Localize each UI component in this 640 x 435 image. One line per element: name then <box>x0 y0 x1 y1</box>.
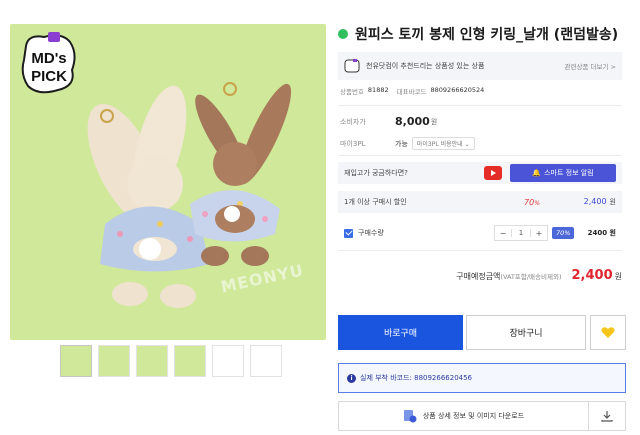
my3pl-label: 마이3PL <box>340 139 366 148</box>
quantity-label: 구매수량 <box>358 229 384 237</box>
consumer-price-label: 소비자가 <box>340 117 366 126</box>
discount-price: 2,400 원 <box>583 197 616 206</box>
quantity-stepper: − 1 + <box>494 225 548 241</box>
quantity-price: 2400 원 <box>587 229 616 237</box>
consumer-price-value: 8,000 <box>395 115 430 128</box>
restock-text: 재입고가 궁금하다면? <box>344 169 408 177</box>
quantity-input[interactable]: 1 <box>511 229 531 237</box>
wishlist-button[interactable] <box>590 315 626 350</box>
youtube-icon[interactable] <box>484 166 502 180</box>
minus-button[interactable]: − <box>495 229 511 238</box>
discount-label: 1개 이상 구매시 할인 <box>344 198 407 206</box>
barcode-value: 8809266620524 <box>430 86 485 94</box>
recommend-text: 천유닷컴이 추천드리는 상품성 있는 상품 <box>366 62 485 70</box>
discount-row: 1개 이상 구매시 할인 70% 2,400 원 <box>338 191 622 213</box>
bell-icon: 🔔 <box>532 169 542 177</box>
download-button[interactable] <box>589 402 625 430</box>
quantity-checkbox[interactable] <box>344 228 353 238</box>
quantity-row: 구매수량 − 1 + 70% 2400 원 <box>338 222 622 244</box>
barcode-label: 대표바코드 <box>396 88 427 96</box>
smart-alert-button[interactable]: 🔔 스마트 정보 알림 <box>510 164 616 182</box>
my3pl-cost-dropdown[interactable]: 마이3PL 비용안내 ⌄ <box>411 137 475 150</box>
buy-now-button[interactable]: 바로구매 <box>338 315 463 350</box>
add-to-cart-button[interactable]: 장바구니 <box>466 315 586 350</box>
plus-button[interactable]: + <box>531 229 547 238</box>
my3pl-value: 가능 <box>395 139 408 148</box>
heart-icon <box>601 327 615 338</box>
download-detail-button[interactable]: 상품 상세 정보 및 이미지 다운로드 <box>339 402 589 430</box>
related-products-link[interactable]: 관련상품 더보기 > <box>565 61 616 71</box>
divider <box>338 155 622 156</box>
mds-pick-badge: MD's PICK <box>18 30 80 96</box>
download-box: 상품 상세 정보 및 이미지 다운로드 <box>338 401 626 431</box>
barcode-notice-text: 실제 부착 바코드: 8809266620456 <box>360 374 473 382</box>
product-title-row: 원피스 토끼 봉제 인형 키링_날개 (랜덤발송) <box>338 24 618 44</box>
svg-text:PICK: PICK <box>31 68 67 85</box>
image-download-icon <box>403 410 417 423</box>
divider <box>338 250 622 251</box>
recommend-banner: 천유닷컴이 추천드리는 상품성 있는 상품 관련상품 더보기 > <box>338 52 622 80</box>
thumbnail-strip <box>60 345 282 377</box>
thumbnail-6[interactable] <box>250 345 282 377</box>
total-value: 2,400 <box>571 268 613 283</box>
my3pl-row: 마이3PL 가능 마이3PL 비용안내 ⌄ <box>340 137 475 150</box>
consumer-price-unit: 원 <box>430 117 438 126</box>
mds-pick-small-icon <box>344 59 360 73</box>
total-label: 구매예정금액 <box>456 272 501 281</box>
thumbnail-4[interactable] <box>174 345 206 377</box>
divider <box>338 105 622 106</box>
thumbnail-3[interactable] <box>136 345 168 377</box>
info-icon: i <box>347 373 356 383</box>
thumbnail-5[interactable] <box>212 345 244 377</box>
download-icon <box>601 411 613 422</box>
product-code-label: 상품번호 <box>340 88 364 96</box>
product-meta: 상품번호 81882 대표바코드 8809266620524 <box>340 86 484 96</box>
product-main-image[interactable]: MD's PICK MEONYU <box>10 24 326 340</box>
discount-rate: 70% <box>524 197 540 207</box>
barcode-notice: i 실제 부착 바코드: 8809266620456 <box>338 363 626 393</box>
total-unit: 원 <box>614 272 622 281</box>
consumer-price-row: 소비자가 8,000 원 <box>340 115 437 128</box>
total-note: (VAT포함/배송비제외) <box>500 273 562 281</box>
thumbnail-1[interactable] <box>60 345 92 377</box>
restock-row: 재입고가 궁금하다면? 🔔 스마트 정보 알림 <box>338 162 622 184</box>
product-title: 원피스 토끼 봉제 인형 키링_날개 (랜덤발송) <box>355 27 619 43</box>
thumbnail-2[interactable] <box>98 345 130 377</box>
product-code-value: 81882 <box>367 86 389 94</box>
total-row: 구매예정금액 (VAT포함/배송비제외) 2,400 원 <box>456 268 622 283</box>
status-dot-icon <box>338 29 348 39</box>
svg-text:MD's: MD's <box>31 50 66 67</box>
discount-badge: 70% <box>552 227 575 239</box>
